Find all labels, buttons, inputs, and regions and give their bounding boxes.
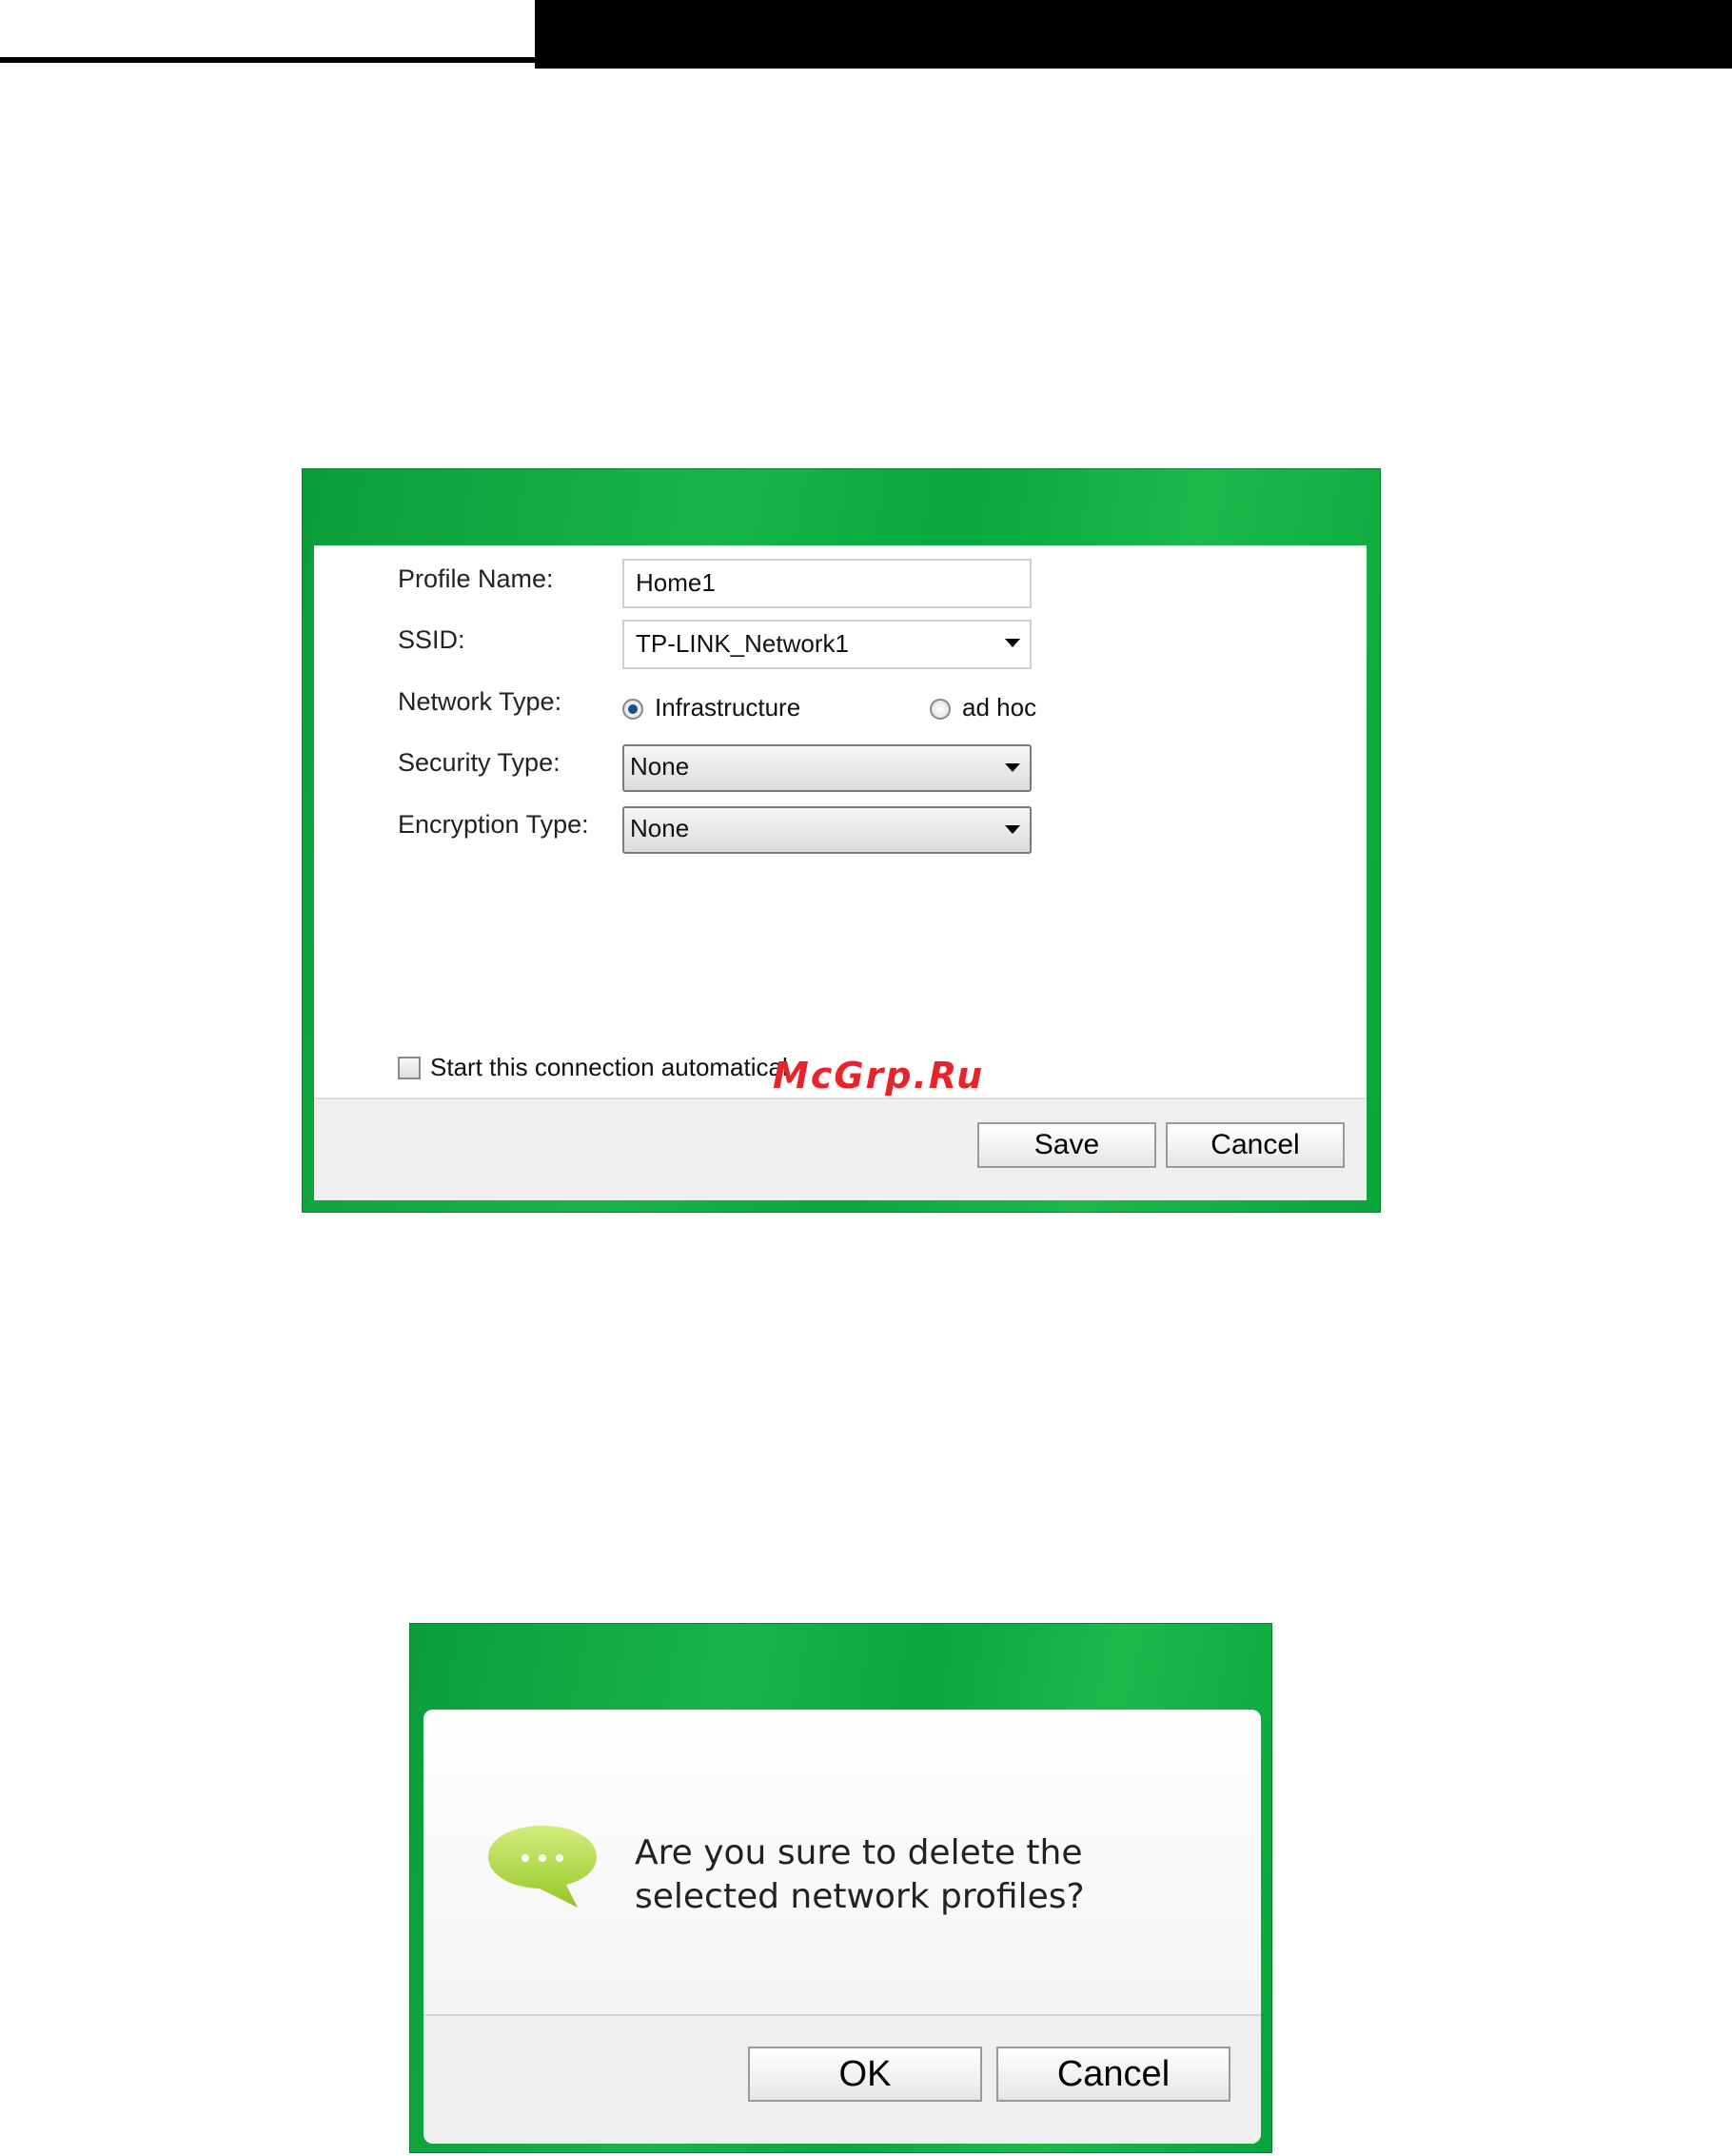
auto-connect-checkbox[interactable]: [398, 1057, 421, 1079]
security-type-select[interactable]: None: [622, 744, 1032, 792]
ssid-combobox[interactable]: TP-LINK_Network1: [622, 620, 1032, 669]
confirm-message: Are you sure to delete the selected netw…: [635, 1833, 1085, 1916]
profile-dialog-footer: Save Cancel: [314, 1098, 1367, 1200]
confirm-dialog: Are you sure to delete the selected netw…: [410, 1624, 1271, 2152]
profile-dialog: Profile Name: Home1 SSID: TP-LINK_Networ…: [303, 469, 1380, 1212]
network-type-label: Network Type:: [398, 687, 562, 716]
security-type-value: None: [630, 752, 690, 781]
ad-hoc-radio[interactable]: [930, 699, 951, 720]
speech-bubble-icon: [488, 1826, 597, 1908]
chevron-down-icon[interactable]: [1005, 825, 1020, 834]
ssid-value: TP-LINK_Network1: [636, 629, 849, 658]
encryption-type-label: Encryption Type:: [398, 810, 589, 839]
confirm-dialog-panel: Are you sure to delete the selected netw…: [423, 1710, 1261, 2144]
cancel-button[interactable]: Cancel: [996, 2047, 1230, 2102]
chevron-down-icon[interactable]: [1005, 763, 1020, 772]
ssid-label: SSID:: [398, 625, 465, 654]
chevron-down-icon[interactable]: [1005, 639, 1020, 647]
profile-form: Profile Name: Home1 SSID: TP-LINK_Networ…: [314, 545, 1367, 1098]
watermark: McGrp.Ru: [773, 1055, 985, 1097]
auto-connect-label[interactable]: Start this connection automatical: [430, 1053, 788, 1082]
infrastructure-radio[interactable]: [622, 699, 643, 720]
encryption-type-select[interactable]: None: [622, 806, 1032, 854]
profile-dialog-panel: Profile Name: Home1 SSID: TP-LINK_Networ…: [314, 545, 1367, 1200]
profile-name-value: Home1: [636, 568, 716, 597]
profile-name-label: Profile Name:: [398, 564, 554, 593]
page-header-bar: [535, 0, 1732, 69]
ad-hoc-label[interactable]: ad hoc: [962, 693, 1036, 722]
confirm-dialog-footer: OK Cancel: [423, 2014, 1261, 2144]
security-type-label: Security Type:: [398, 748, 561, 777]
cancel-button[interactable]: Cancel: [1166, 1122, 1345, 1168]
infrastructure-label[interactable]: Infrastructure: [655, 693, 800, 722]
confirm-message-area: Are you sure to delete the selected netw…: [423, 1710, 1261, 2014]
profile-name-input[interactable]: Home1: [622, 559, 1032, 608]
save-button[interactable]: Save: [977, 1122, 1156, 1168]
ok-button[interactable]: OK: [748, 2047, 982, 2102]
encryption-type-value: None: [630, 814, 690, 842]
page-header-left: [0, 0, 535, 63]
